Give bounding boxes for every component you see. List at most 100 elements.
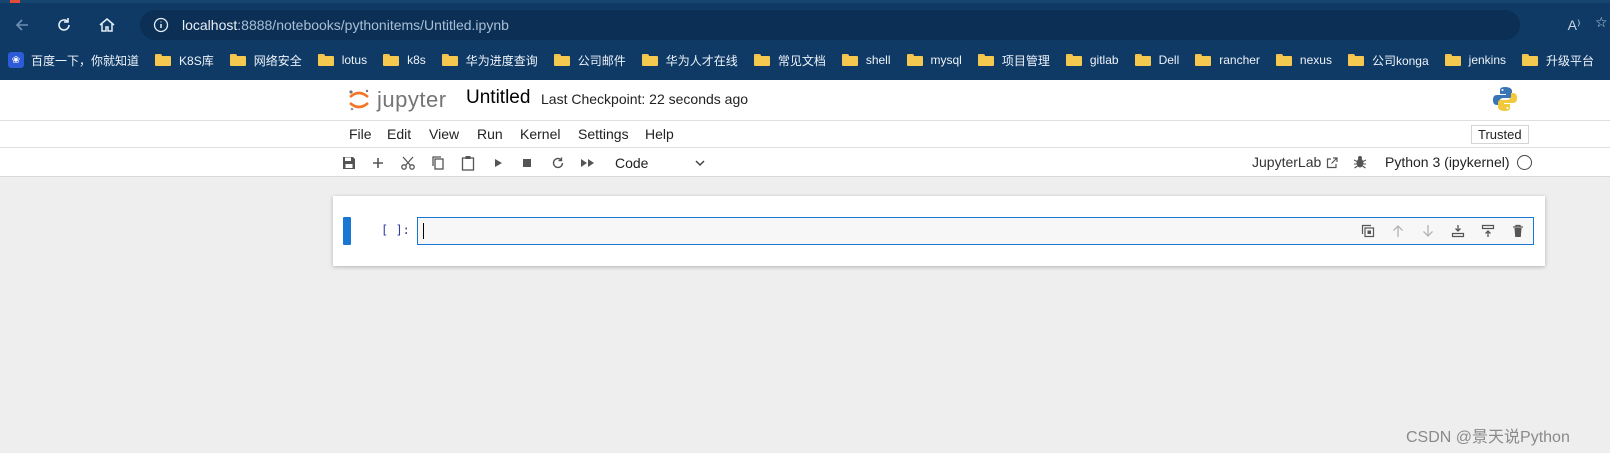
folder-icon bbox=[841, 54, 858, 66]
move-down-icon[interactable] bbox=[1419, 222, 1437, 240]
folder-icon bbox=[553, 54, 570, 66]
add-cell-icon[interactable] bbox=[369, 154, 387, 172]
bookmark-item[interactable]: lotus bbox=[310, 48, 375, 72]
menu-view[interactable]: View bbox=[429, 126, 459, 142]
address-bar[interactable]: localhost:8888/notebooks/pythonitems/Unt… bbox=[140, 10, 1520, 40]
folder-icon bbox=[977, 54, 994, 66]
menu-help[interactable]: Help bbox=[645, 126, 674, 142]
cell-toolbar bbox=[1347, 222, 1527, 240]
notebook-panel: [ ]: bbox=[333, 196, 1545, 266]
bookmark-item[interactable]: K8S库 bbox=[147, 48, 222, 72]
jupyterlab-link[interactable]: JupyterLab bbox=[1252, 154, 1338, 170]
bookmark-item[interactable]: shell bbox=[834, 48, 899, 72]
baidu-icon: ❀ bbox=[8, 52, 24, 68]
folder-icon bbox=[317, 54, 334, 66]
menu-settings[interactable]: Settings bbox=[578, 126, 629, 142]
site-info-icon[interactable] bbox=[152, 16, 170, 34]
folder-icon bbox=[1195, 54, 1212, 66]
trusted-indicator[interactable]: Trusted bbox=[1471, 125, 1529, 144]
bookmark-item[interactable]: 升级平台 bbox=[1514, 48, 1602, 72]
jupyter-header: jupyter Untitled Last Checkpoint: 22 sec… bbox=[0, 80, 1610, 120]
bookmark-item[interactable]: 常见文档 bbox=[746, 48, 834, 72]
code-cell-editor[interactable] bbox=[417, 217, 1534, 245]
folder-icon bbox=[1444, 54, 1461, 66]
insert-below-icon[interactable] bbox=[1449, 222, 1467, 240]
tab-strip-edge bbox=[0, 0, 1610, 3]
restart-icon[interactable] bbox=[549, 154, 567, 172]
run-icon[interactable] bbox=[489, 154, 507, 172]
debugger-bug-icon[interactable] bbox=[1352, 154, 1368, 170]
bookmark-label: jenkins bbox=[1468, 53, 1507, 67]
bookmark-label: shell bbox=[865, 53, 891, 67]
bookmark-label: Dell bbox=[1158, 53, 1180, 67]
bookmark-label: 公司konga bbox=[1371, 53, 1429, 68]
jupyter-logo[interactable]: jupyter bbox=[347, 86, 455, 114]
insert-above-icon[interactable] bbox=[1479, 222, 1497, 240]
read-aloud-button[interactable]: A⁾ bbox=[1563, 14, 1585, 36]
url-text[interactable]: localhost:8888/notebooks/pythonitems/Unt… bbox=[182, 17, 509, 33]
menu-file[interactable]: File bbox=[349, 126, 372, 142]
favorite-icon[interactable]: ☆ bbox=[1595, 14, 1610, 36]
bookmark-item[interactable]: 华为人才在线 bbox=[634, 48, 746, 72]
bookmark-item[interactable]: rancher bbox=[1187, 48, 1268, 72]
menu-edit[interactable]: Edit bbox=[387, 126, 411, 142]
bookmark-item[interactable]: 华为进度查询 bbox=[434, 48, 546, 72]
cut-icon[interactable] bbox=[399, 154, 417, 172]
bookmark-item[interactable]: 网络安全 bbox=[222, 48, 310, 72]
bookmark-item[interactable]: nexus bbox=[1268, 48, 1340, 72]
bookmark-item[interactable]: 公司konga bbox=[1340, 48, 1437, 72]
paste-icon[interactable] bbox=[459, 154, 477, 172]
home-icon bbox=[99, 18, 115, 32]
bookmark-label: 华为进度查询 bbox=[465, 53, 538, 68]
text-cursor bbox=[423, 223, 424, 239]
move-up-icon[interactable] bbox=[1389, 222, 1407, 240]
menu-bar: File Edit View Run Kernel Settings Help … bbox=[0, 120, 1610, 148]
bookmark-label: 项目管理 bbox=[1001, 53, 1050, 68]
notebook-title[interactable]: Untitled bbox=[466, 87, 530, 109]
bookmark-label: lotus bbox=[341, 53, 368, 67]
refresh-icon bbox=[58, 18, 70, 31]
menu-run[interactable]: Run bbox=[477, 126, 503, 142]
browser-chrome: localhost:8888/notebooks/pythonitems/Unt… bbox=[0, 0, 1610, 80]
back-button[interactable] bbox=[8, 11, 36, 39]
folder-icon bbox=[155, 54, 172, 66]
bookmark-label: 常见文档 bbox=[777, 53, 826, 68]
copy-icon[interactable] bbox=[429, 154, 447, 172]
bookmark-label: rancher bbox=[1219, 53, 1260, 67]
bookmark-label: gitlab bbox=[1089, 53, 1119, 67]
folder-icon bbox=[1275, 54, 1292, 66]
bookmark-label: 升级平台 bbox=[1546, 53, 1595, 68]
bookmark-item[interactable]: jenkins bbox=[1437, 48, 1514, 72]
jupyter-logo-icon bbox=[347, 88, 371, 112]
folder-icon bbox=[229, 54, 246, 66]
menu-kernel[interactable]: Kernel bbox=[520, 126, 560, 142]
cell-collapser[interactable] bbox=[343, 217, 351, 245]
home-button[interactable] bbox=[93, 11, 121, 39]
python-logo-icon bbox=[1491, 85, 1519, 113]
bookmark-item[interactable]: k8s bbox=[375, 48, 434, 72]
url-host: localhost bbox=[182, 17, 238, 33]
bookmark-label: 公司邮件 bbox=[577, 53, 626, 68]
bookmark-item[interactable]: gitlab bbox=[1058, 48, 1127, 72]
delete-icon[interactable] bbox=[1509, 222, 1527, 240]
folder-icon bbox=[441, 54, 458, 66]
bookmark-item[interactable]: Dell bbox=[1127, 48, 1188, 72]
external-link-icon bbox=[1326, 156, 1338, 169]
duplicate-icon[interactable] bbox=[1359, 222, 1377, 240]
save-icon[interactable] bbox=[340, 154, 358, 172]
bookmark-item[interactable]: ❀ 百度一下，你就知道 bbox=[0, 48, 147, 72]
folder-icon bbox=[1347, 54, 1364, 66]
refresh-button[interactable] bbox=[50, 11, 78, 39]
jupyter-logo-text: jupyter bbox=[377, 87, 447, 112]
kernel-name[interactable]: Python 3 (ipykernel) bbox=[1385, 154, 1510, 170]
fast-forward-icon[interactable] bbox=[579, 154, 597, 172]
bookmark-item[interactable]: mysql bbox=[899, 48, 970, 72]
stop-icon[interactable] bbox=[518, 154, 536, 172]
folder-icon bbox=[1134, 54, 1151, 66]
bookmark-label: nexus bbox=[1299, 53, 1332, 67]
url-path: :8888/notebooks/pythonitems/Untitled.ipy… bbox=[237, 17, 509, 33]
bookmark-item[interactable]: 项目管理 bbox=[970, 48, 1058, 72]
folder-icon bbox=[1522, 54, 1539, 66]
bookmark-item[interactable]: 公司邮件 bbox=[546, 48, 634, 72]
cell-type-select[interactable]: Code bbox=[615, 152, 707, 173]
